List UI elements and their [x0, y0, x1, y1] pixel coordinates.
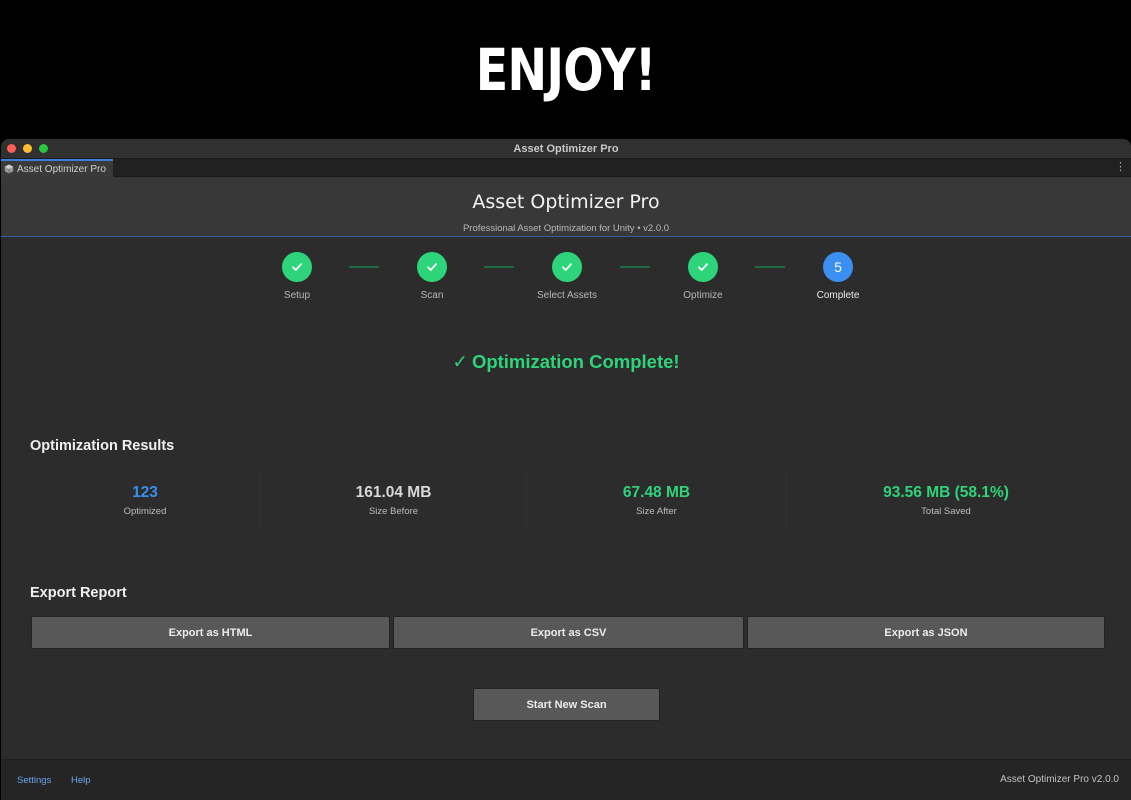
- promo-banner: ENJOY!: [0, 0, 1131, 139]
- cube-icon: [4, 164, 14, 174]
- app-window: Asset Optimizer Pro Asset Optimizer Pro …: [1, 139, 1131, 800]
- start-new-scan-button[interactable]: Start New Scan: [473, 688, 660, 721]
- export-title: Export Report: [30, 585, 127, 601]
- close-window-button[interactable]: [7, 144, 16, 153]
- check-icon: ✓: [452, 351, 468, 372]
- banner-text: ENJOY!: [475, 35, 657, 104]
- tab-asset-optimizer[interactable]: Asset Optimizer Pro: [1, 159, 113, 177]
- stat-optimized: 123 Optimized: [30, 472, 261, 528]
- step-label: Optimize: [683, 290, 723, 301]
- stat-label: Total Saved: [921, 506, 971, 517]
- stat-label: Size After: [636, 506, 677, 517]
- stat-value: 161.04 MB: [355, 484, 432, 501]
- window-title: Asset Optimizer Pro: [513, 142, 619, 155]
- zoom-window-button[interactable]: [39, 144, 48, 153]
- app-header: Asset Optimizer Pro Professional Asset O…: [1, 177, 1131, 237]
- export-buttons: Export as HTML Export as CSV Export as J…: [31, 616, 1105, 649]
- status-text: Optimization Complete!: [471, 351, 680, 372]
- check-icon: [552, 252, 582, 282]
- step-select-assets: Select Assets: [517, 252, 617, 301]
- app-subtitle: Professional Asset Optimization for Unit…: [462, 223, 670, 234]
- step-connector: [620, 266, 650, 268]
- stat-label: Optimized: [123, 506, 167, 517]
- export-csv-button[interactable]: Export as CSV: [393, 616, 744, 649]
- step-label: Setup: [283, 290, 311, 301]
- step-scan: Scan: [382, 252, 482, 301]
- check-icon: [282, 252, 312, 282]
- progress-stepper: Setup Scan Select Assets Optimize 5 Comp…: [1, 252, 1131, 302]
- step-label: Complete: [816, 290, 860, 301]
- settings-link[interactable]: Settings: [17, 775, 51, 786]
- step-connector: [484, 266, 514, 268]
- editor-tab-bar: Asset Optimizer Pro ⋮: [1, 159, 1131, 177]
- minimize-window-button[interactable]: [23, 144, 32, 153]
- window-controls: [7, 144, 48, 153]
- step-connector: [755, 266, 785, 268]
- app-title: Asset Optimizer Pro: [472, 191, 660, 213]
- export-html-button[interactable]: Export as HTML: [31, 616, 390, 649]
- results-stats: 123 Optimized 161.04 MB Size Before 67.4…: [30, 472, 1105, 528]
- version-label: Asset Optimizer Pro v2.0.0: [1000, 774, 1119, 785]
- status-message: ✓ Optimization Complete!: [1, 351, 1131, 373]
- footer-bar: Settings Help Asset Optimizer Pro v2.0.0: [1, 759, 1131, 800]
- results-title: Optimization Results: [30, 438, 175, 454]
- step-complete: 5 Complete: [788, 252, 888, 301]
- step-optimize: Optimize: [653, 252, 753, 301]
- step-label: Scan: [420, 290, 444, 301]
- stat-size-after: 67.48 MB Size After: [527, 472, 787, 528]
- step-label: Select Assets: [536, 290, 598, 301]
- tab-label: Asset Optimizer Pro: [17, 163, 106, 175]
- step-setup: Setup: [247, 252, 347, 301]
- check-icon: [417, 252, 447, 282]
- window-titlebar: Asset Optimizer Pro: [1, 139, 1131, 159]
- step-connector: [349, 266, 379, 268]
- check-icon: [688, 252, 718, 282]
- help-link[interactable]: Help: [71, 775, 91, 786]
- stat-value: 93.56 MB (58.1%): [883, 484, 1009, 501]
- more-vertical-icon[interactable]: ⋮: [1115, 161, 1126, 173]
- export-json-button[interactable]: Export as JSON: [747, 616, 1105, 649]
- step-number: 5: [823, 252, 853, 282]
- stat-value: 67.48 MB: [622, 484, 691, 501]
- stat-size-before: 161.04 MB Size Before: [261, 472, 527, 528]
- stat-label: Size Before: [368, 506, 419, 517]
- stat-total-saved: 93.56 MB (58.1%) Total Saved: [787, 472, 1105, 528]
- stat-value: 123: [132, 484, 158, 501]
